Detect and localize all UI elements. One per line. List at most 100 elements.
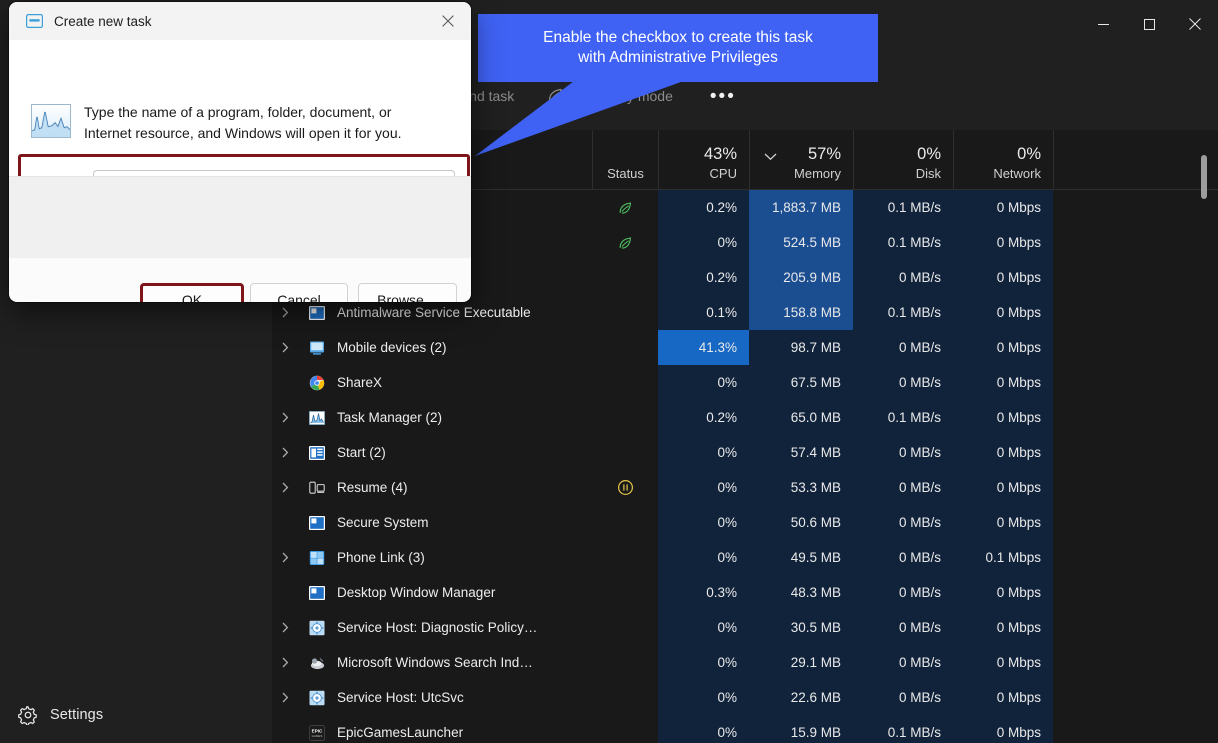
- dialog-close-button[interactable]: [425, 2, 471, 40]
- process-mem-cell: 53.3 MB: [749, 470, 853, 505]
- process-cpu-cell: 0%: [658, 540, 749, 575]
- process-mem-cell: 29.1 MB: [749, 645, 853, 680]
- expand-chevron-icon[interactable]: [272, 482, 298, 493]
- process-cpu-cell: 0%: [658, 715, 749, 743]
- process-name: Mobile devices (2): [337, 340, 447, 355]
- table-row[interactable]: ShareX 0% 67.5 MB 0 MB/s 0 Mbps: [272, 365, 1218, 400]
- table-row[interactable]: Start (2) 0% 57.4 MB 0 MB/s 0 Mbps: [272, 435, 1218, 470]
- process-name: Start (2): [337, 445, 386, 460]
- process-disk-cell: 0.1 MB/s: [853, 400, 953, 435]
- process-net-cell: 0 Mbps: [953, 190, 1053, 225]
- table-row[interactable]: Microsoft Windows Search Ind… 0% 29.1 MB 0 …: [272, 645, 1218, 680]
- process-mem-cell: 22.6 MB: [749, 680, 853, 715]
- process-status-cell: [592, 435, 658, 470]
- process-name: Resume (4): [337, 480, 408, 495]
- ok-button[interactable]: OK: [140, 283, 244, 302]
- process-status-cell: [592, 540, 658, 575]
- browse-button[interactable]: Browse…: [358, 283, 457, 302]
- dialog-title: Create new task: [54, 13, 152, 29]
- sidebar-item-settings[interactable]: Settings: [6, 695, 266, 735]
- process-disk-cell: 0 MB/s: [853, 505, 953, 540]
- start-icon: [304, 445, 330, 461]
- table-row[interactable]: Mobile devices (2) 41.3% 98.7 MB 0 MB/s 0 Mb…: [272, 330, 1218, 365]
- process-disk-cell: 0 MB/s: [853, 435, 953, 470]
- process-disk-cell: 0 MB/s: [853, 365, 953, 400]
- maximize-button[interactable]: [1126, 0, 1172, 48]
- process-status-cell: [592, 715, 658, 743]
- process-net-cell: 0 Mbps: [953, 225, 1053, 260]
- table-row[interactable]: Service Host: UtcSvc 0% 22.6 MB 0 MB/s 0 Mbp…: [272, 680, 1218, 715]
- task-manager-icon: [304, 410, 330, 426]
- process-status-cell: [592, 610, 658, 645]
- process-name: Service Host: Diagnostic Policy…: [337, 620, 538, 635]
- resume-icon: [304, 480, 330, 496]
- dialog-description-line-1: Type the name of a program, folder, docu…: [84, 104, 392, 120]
- process-name: ShareX: [337, 375, 383, 390]
- process-mem-cell: 524.5 MB: [749, 225, 853, 260]
- process-cpu-cell: 0%: [658, 645, 749, 680]
- dialog-description-line-2: Internet resource, and Windows will open…: [84, 125, 402, 141]
- process-name: Task Manager (2): [337, 410, 443, 425]
- process-mem-cell: 30.5 MB: [749, 610, 853, 645]
- minimize-button[interactable]: [1080, 0, 1126, 48]
- epic-games-icon: EPIC GAMES: [304, 724, 330, 741]
- column-header-network-label: Network: [993, 166, 1041, 181]
- callout-line-1: Enable the checkbox to create this task: [543, 29, 813, 46]
- process-net-cell: 0 Mbps: [953, 330, 1053, 365]
- dialog-titlebar: Create new task: [9, 2, 471, 40]
- process-disk-cell: 0.1 MB/s: [853, 295, 953, 330]
- expand-chevron-icon[interactable]: [272, 412, 298, 423]
- process-net-cell: 0 Mbps: [953, 295, 1053, 330]
- expand-chevron-icon[interactable]: [272, 342, 298, 353]
- dialog-description: Type the name of a program, folder, docu…: [84, 102, 454, 144]
- process-name-cell: Secure System: [272, 505, 592, 540]
- process-name-cell: Phone Link (3): [272, 540, 592, 575]
- callout: Enable the checkbox to create this task …: [460, 8, 880, 178]
- process-cpu-cell: 0.2%: [658, 400, 749, 435]
- process-disk-cell: 0 MB/s: [853, 260, 953, 295]
- expand-chevron-icon[interactable]: [272, 657, 298, 668]
- column-header-spacer: [1053, 130, 1218, 189]
- new-task-icon: [26, 14, 44, 28]
- process-mem-cell: 67.5 MB: [749, 365, 853, 400]
- vertical-scrollbar-thumb[interactable]: [1201, 155, 1207, 199]
- table-row[interactable]: Desktop Window Manager 0.3% 48.3 MB 0 MB/s 0…: [272, 575, 1218, 610]
- cancel-button[interactable]: Cancel: [250, 283, 348, 302]
- callout-bubble: Enable the checkbox to create this task …: [478, 14, 878, 82]
- table-row[interactable]: Task Manager (2) 0.2% 65.0 MB 0.1 MB/s 0 Mbp…: [272, 400, 1218, 435]
- expand-chevron-icon[interactable]: [272, 552, 298, 563]
- process-status-cell: [592, 190, 658, 225]
- process-name-cell: Service Host: UtcSvc: [272, 680, 592, 715]
- svg-text:GAMES: GAMES: [312, 734, 323, 738]
- process-status-cell: [592, 400, 658, 435]
- process-mem-cell: 15.9 MB: [749, 715, 853, 743]
- process-disk-cell: 0 MB/s: [853, 680, 953, 715]
- table-row[interactable]: Phone Link (3) 0% 49.5 MB 0 MB/s 0.1 Mbps: [272, 540, 1218, 575]
- process-disk-cell: 0.1 MB/s: [853, 225, 953, 260]
- process-name-cell: Service Host: Diagnostic Policy…: [272, 610, 592, 645]
- process-name-cell: Microsoft Windows Search Ind…: [272, 645, 592, 680]
- process-name-cell: Mobile devices (2): [272, 330, 592, 365]
- process-disk-cell: 0 MB/s: [853, 540, 953, 575]
- window-controls: [1080, 0, 1218, 48]
- table-row[interactable]: EPIC GAMES EpicGamesLauncher 0% 15.9 MB 0.1 M…: [272, 715, 1218, 743]
- process-net-cell: 0 Mbps: [953, 400, 1053, 435]
- process-status-cell: [592, 470, 658, 505]
- expand-chevron-icon[interactable]: [272, 307, 298, 318]
- process-name: Microsoft Windows Search Ind…: [337, 655, 533, 670]
- column-header-network[interactable]: 0% Network: [953, 130, 1053, 189]
- table-row[interactable]: Resume (4) 0% 53.3 MB 0 MB/s 0 Mbps: [272, 470, 1218, 505]
- process-net-cell: 0 Mbps: [953, 505, 1053, 540]
- process-net-cell: 0 Mbps: [953, 365, 1053, 400]
- screen: Users Details: [0, 0, 1218, 743]
- sidebar-item-label: Settings: [50, 707, 104, 723]
- dialog-body: Type the name of a program, folder, docu…: [9, 40, 471, 302]
- expand-chevron-icon[interactable]: [272, 447, 298, 458]
- expand-chevron-icon[interactable]: [272, 692, 298, 703]
- service-gear-icon: [304, 620, 330, 636]
- windows-exe-icon: [304, 585, 330, 601]
- close-button[interactable]: [1172, 0, 1218, 48]
- table-row[interactable]: Service Host: Diagnostic Policy… 0% 30.5 M…: [272, 610, 1218, 645]
- expand-chevron-icon[interactable]: [272, 622, 298, 633]
- table-row[interactable]: Secure System 0% 50.6 MB 0 MB/s 0 Mbps: [272, 505, 1218, 540]
